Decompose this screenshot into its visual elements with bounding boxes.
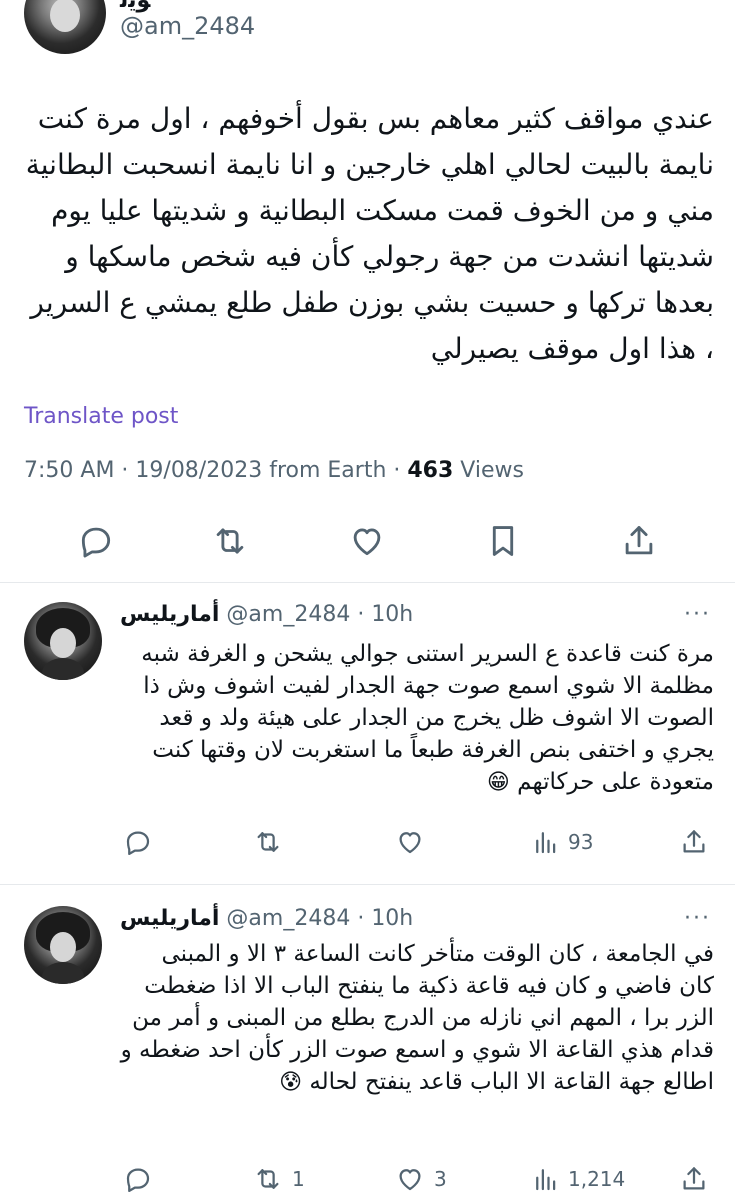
anxious-emoji: 😰 xyxy=(279,1070,303,1095)
reply-text-body: مرة كنت قاعدة ع السرير استنى جوالي يشحن … xyxy=(141,641,714,795)
reply-avatar[interactable] xyxy=(24,602,102,680)
reply-text-body: في الجامعة ، كان الوقت متأخر كانت الساعة… xyxy=(120,941,714,1095)
views-label: Views xyxy=(453,458,524,483)
reply-header: أماريليس @am_2484 · 10h xyxy=(120,906,413,936)
like-icon[interactable] xyxy=(345,519,389,563)
reply-author-name[interactable]: أماريليس xyxy=(120,906,219,931)
reply-icon[interactable] xyxy=(74,519,118,563)
reply-avatar[interactable] xyxy=(24,906,102,984)
bookmark-icon[interactable] xyxy=(481,519,525,563)
divider xyxy=(0,582,735,583)
post-timestamp[interactable]: 7:50 AM · 19/08/2023 from Earth · xyxy=(24,458,407,483)
views-count: 1,214 xyxy=(568,1167,626,1191)
reply-actions: 1 3 1,214 xyxy=(0,1157,735,1197)
reply-header: أماريليس @am_2484 · 10h xyxy=(120,602,413,632)
reply-item[interactable]: أماريليس @am_2484 · 10h ··· مرة كنت قاعد… xyxy=(0,602,735,882)
reply-icon[interactable] xyxy=(116,820,160,864)
like-icon[interactable] xyxy=(388,820,432,864)
retweet-count: 1 xyxy=(292,1167,305,1191)
main-post-header: ﻮﻳﻟ @am_2484 xyxy=(0,0,735,70)
author-handle[interactable]: @am_2484 xyxy=(120,12,255,40)
post-meta: 7:50 AM · 19/08/2023 from Earth · 463 Vi… xyxy=(24,458,524,483)
views-count: 93 xyxy=(568,830,594,854)
views-count: 463 xyxy=(407,458,454,483)
reply-time[interactable]: · 10h xyxy=(357,906,413,931)
share-icon[interactable] xyxy=(672,820,716,864)
translate-post-link[interactable]: Translate post xyxy=(24,404,178,429)
author-avatar[interactable] xyxy=(24,0,106,54)
like-count: 3 xyxy=(434,1167,447,1191)
main-post-actions xyxy=(0,517,735,565)
reply-icon[interactable] xyxy=(116,1157,160,1200)
reply-text: في الجامعة ، كان الوقت متأخر كانت الساعة… xyxy=(120,938,714,1099)
more-options-icon[interactable]: ··· xyxy=(684,906,711,931)
main-post-text: عندي مواقف كثير معاهم بس بقول أخوفهم ، ا… xyxy=(25,102,714,365)
retweet-icon[interactable] xyxy=(246,1157,290,1200)
retweet-icon[interactable] xyxy=(208,519,252,563)
reply-author-handle[interactable]: @am_2484 xyxy=(226,602,350,627)
share-icon[interactable] xyxy=(617,519,661,563)
views-icon[interactable] xyxy=(524,1157,568,1200)
like-icon[interactable] xyxy=(388,1157,432,1200)
retweet-icon[interactable] xyxy=(246,820,290,864)
views-icon[interactable] xyxy=(524,820,568,864)
share-icon[interactable] xyxy=(672,1157,716,1200)
reply-author-handle[interactable]: @am_2484 xyxy=(226,906,350,931)
reply-actions: 93 xyxy=(0,822,735,862)
divider xyxy=(0,884,735,885)
grinning-emoji: 😁 xyxy=(486,770,510,795)
reply-item[interactable]: أماريليس @am_2484 · 10h ··· في الجامعة ،… xyxy=(0,906,735,1200)
reply-author-name[interactable]: أماريليس xyxy=(120,602,219,627)
reply-text: مرة كنت قاعدة ع السرير استنى جوالي يشحن … xyxy=(120,638,714,799)
reply-time[interactable]: · 10h xyxy=(357,602,413,627)
more-options-icon[interactable]: ··· xyxy=(684,602,711,627)
